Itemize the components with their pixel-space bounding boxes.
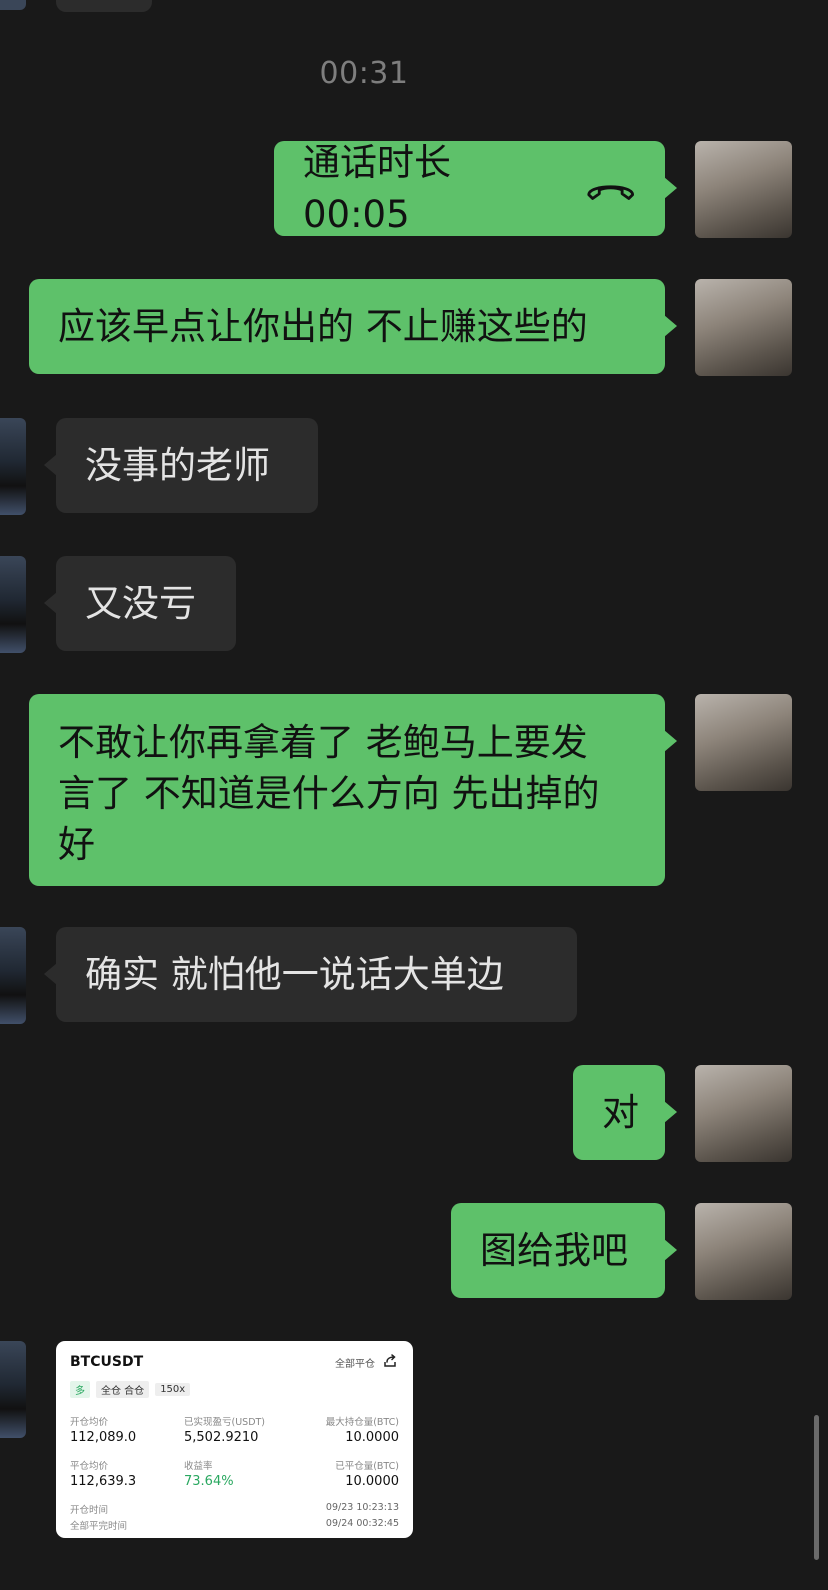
message-text-line1: 不敢让你再拿着了 老鲍马上要发 (58, 721, 588, 764)
symbol-title: BTCUSDT (70, 1354, 144, 1370)
avatar-other[interactable] (0, 927, 26, 1024)
message-bubble-other[interactable]: 确实 就怕他一说话大单边 (44, 927, 577, 1022)
roi-label: 收益率 (184, 1461, 213, 1472)
closed-qty-value: 10.0000 (345, 1474, 399, 1489)
call-duration-bubble[interactable]: 通话时长 00:05 (274, 141, 677, 236)
message-text: 没事的老师 (85, 443, 270, 487)
message-text: 又没亏 (85, 581, 196, 625)
scrollbar[interactable] (814, 1415, 819, 1560)
closed-qty-label: 已平仓量(BTC) (335, 1461, 399, 1472)
message-text: 确实 就怕他一说话大单边 (85, 952, 504, 996)
position-card-image[interactable]: BTCUSDT 全部平仓 多 全仓 合仓 150x 开仓均价 112,089.0… (56, 1341, 413, 1538)
avatar-me[interactable] (695, 1203, 792, 1300)
close-price-value: 112,639.3 (70, 1474, 137, 1489)
avatar-me[interactable] (695, 1065, 792, 1162)
tag-long: 多 (70, 1381, 90, 1398)
open-time-value: 09/23 10:23:13 (325, 1502, 399, 1513)
phone-hangup-icon (586, 185, 634, 200)
avatar-other[interactable] (0, 1341, 26, 1438)
realized-pnl-label: 已实现盈亏(USDT) (184, 1417, 266, 1428)
share-icon (384, 1354, 396, 1367)
realized-pnl-value: 5,502.9210 (184, 1430, 259, 1445)
message-timestamp: 00:31 (319, 56, 409, 91)
close-all-label: 全部平仓 (335, 1359, 375, 1370)
message-bubble-other[interactable]: 没事的老师 (44, 418, 318, 513)
close-time-label: 全部平完时间 (70, 1521, 128, 1532)
open-price-label: 开仓均价 (70, 1417, 109, 1428)
message-bubble-me[interactable]: 应该早点让你出的 不止赚这些的 (29, 279, 677, 374)
avatar-me[interactable] (695, 694, 792, 791)
max-position-label: 最大持仓量(BTC) (325, 1417, 399, 1428)
message-bubble-me[interactable]: 对 (573, 1065, 677, 1160)
avatar-other[interactable] (0, 418, 26, 515)
avatar-me[interactable] (695, 141, 792, 238)
message-text: 图给我吧 (480, 1228, 628, 1272)
tag-margin-mode: 全仓 合仓 (96, 1381, 150, 1398)
avatar-me[interactable] (695, 279, 792, 376)
message-bubble-other[interactable]: 又没亏 (44, 556, 236, 651)
message-text-line3: 好 (58, 823, 95, 866)
message-text: 应该早点让你出的 不止赚这些的 (58, 304, 588, 348)
message-text-line2: 言了 不知道是什么方向 先出掉的 (58, 772, 600, 815)
max-position-value: 10.0000 (345, 1430, 399, 1445)
partial-bubble-other[interactable] (56, 0, 152, 12)
partial-avatar-other[interactable] (0, 0, 26, 10)
open-time-label: 开仓时间 (70, 1505, 109, 1516)
call-duration-text: 通话时长 00:05 (303, 140, 451, 236)
close-time-value: 09/24 00:32:45 (325, 1518, 399, 1529)
tag-leverage: 150x (155, 1383, 191, 1396)
message-bubble-me[interactable]: 图给我吧 (451, 1203, 677, 1298)
avatar-other[interactable] (0, 556, 26, 653)
message-bubble-me[interactable]: 不敢让你再拿着了 老鲍马上要发 言了 不知道是什么方向 先出掉的 好 (29, 694, 677, 886)
close-price-label: 平仓均价 (70, 1461, 109, 1472)
message-text: 对 (602, 1090, 639, 1134)
open-price-value: 112,089.0 (70, 1430, 137, 1445)
roi-value: 73.64% (184, 1474, 234, 1489)
